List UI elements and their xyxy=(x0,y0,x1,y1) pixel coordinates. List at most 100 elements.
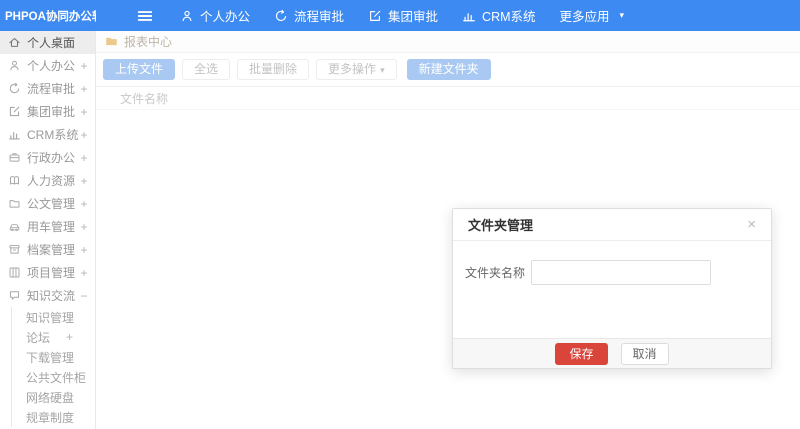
dialog-footer: 保存 取消 xyxy=(453,338,771,368)
submenu-item-label: 知识管理 xyxy=(26,310,75,325)
save-button[interactable]: 保存 xyxy=(555,342,608,365)
dialog-header: 文件夹管理 × xyxy=(453,209,771,241)
breadcrumb-label: 报表中心 xyxy=(124,35,173,49)
upload-file-button[interactable]: 上传文件 xyxy=(103,59,176,80)
nav-label: 集团审批 xyxy=(388,10,439,24)
select-all-button[interactable]: 全选 xyxy=(182,59,231,80)
sidebar-item-personal-office[interactable]: 个人办公 + xyxy=(0,54,95,77)
submenu-item-label: 论坛 xyxy=(26,330,51,345)
sidebar-item-document-mgmt[interactable]: 公文管理 + xyxy=(0,192,95,215)
submenu-item-label: 公共文件柜 xyxy=(26,370,87,385)
nav-group-approval[interactable]: 集团审批 xyxy=(356,0,450,31)
submenu-item-label: 下载管理 xyxy=(26,350,75,365)
batch-delete-button[interactable]: 批量删除 xyxy=(237,59,310,80)
submenu-item-forum[interactable]: 论坛 + xyxy=(12,327,95,347)
more-actions-label: 更多操作 xyxy=(328,62,377,76)
breadcrumb: 报表中心 xyxy=(96,31,800,53)
folder-name-label: 文件夹名称 xyxy=(465,266,526,280)
sidebar-item-label: 个人桌面 xyxy=(27,36,76,50)
archive-icon xyxy=(9,244,20,254)
expand-toggle[interactable]: + xyxy=(79,266,89,280)
topbar: PHPOA协同办公软件 个人办公 流程审批 集团审批 CRM系统 更多应用 ▾ xyxy=(0,0,800,31)
close-icon[interactable]: × xyxy=(747,217,756,232)
sidebar-item-vehicle-mgmt[interactable]: 用车管理 + xyxy=(0,215,95,238)
expand-toggle[interactable]: + xyxy=(79,174,89,188)
expand-toggle[interactable]: + xyxy=(79,220,89,234)
app-window: PHPOA协同办公软件 个人办公 流程审批 集团审批 CRM系统 更多应用 ▾ xyxy=(0,0,800,429)
dialog-title: 文件夹管理 xyxy=(468,218,534,233)
chart-icon xyxy=(463,12,475,21)
user-icon xyxy=(182,10,192,21)
history-icon xyxy=(275,9,287,21)
sidebar-item-crm-system[interactable]: CRM系统 + xyxy=(0,123,95,146)
expand-toggle[interactable]: + xyxy=(79,243,89,257)
sidebar-item-admin-office[interactable]: 行政办公 + xyxy=(0,146,95,169)
expand-toggle[interactable]: + xyxy=(79,82,89,96)
sidebar-item-label: 集团审批 xyxy=(27,105,76,119)
folder-icon xyxy=(106,37,117,46)
knowledge-submenu: 知识管理 论坛 + 下载管理 公共文件柜 网络硬盘 规章制度 xyxy=(11,307,95,427)
nav-workflow-approval[interactable]: 流程审批 xyxy=(262,0,356,31)
submenu-item-download-mgmt[interactable]: 下载管理 xyxy=(12,347,95,367)
sidebar-item-project-mgmt[interactable]: 项目管理 + xyxy=(0,261,95,284)
new-folder-button[interactable]: 新建文件夹 xyxy=(406,59,491,80)
submenu-item-knowledge-mgmt[interactable]: 知识管理 xyxy=(12,307,95,327)
sidebar-item-label: 知识交流 xyxy=(27,289,76,303)
submenu-item-network-disk[interactable]: 网络硬盘 xyxy=(12,387,95,407)
folder-icon xyxy=(9,200,20,208)
top-navigation: 个人办公 流程审批 集团审批 CRM系统 更多应用 ▾ xyxy=(168,0,636,31)
folder-name-input[interactable] xyxy=(531,260,711,285)
sidebar-item-label: 人力资源 xyxy=(27,174,76,188)
sidebar-item-knowledge-exchange[interactable]: 知识交流 − xyxy=(0,284,95,307)
sidebar-item-desktop[interactable]: 个人桌面 xyxy=(0,31,95,54)
edit-icon xyxy=(9,106,20,117)
expand-toggle[interactable]: + xyxy=(79,59,89,73)
more-actions-button[interactable]: 更多操作 ▾ xyxy=(316,59,397,80)
sidebar-item-label: 行政办公 xyxy=(27,151,76,165)
sidebar: 个人桌面 个人办公 + 流程审批 + 集团审批 + CRM系统 + 行政办公 + xyxy=(0,31,96,429)
briefcase-icon xyxy=(9,153,20,162)
user-icon xyxy=(10,60,19,71)
sidebar-item-group-approval[interactable]: 集团审批 + xyxy=(0,100,95,123)
caret-down-icon: ▾ xyxy=(619,10,625,20)
dialog-body: 文件夹名称 xyxy=(453,241,771,338)
car-icon xyxy=(9,224,20,232)
chat-icon xyxy=(9,291,20,300)
expand-toggle[interactable]: + xyxy=(66,330,73,344)
sidebar-item-workflow-approval[interactable]: 流程审批 + xyxy=(0,77,95,100)
toolbar: 上传文件 全选 批量删除 更多操作 ▾ 新建文件夹 xyxy=(96,53,800,86)
nav-personal-office[interactable]: 个人办公 xyxy=(168,0,262,31)
sidebar-item-label: CRM系统 xyxy=(27,128,79,142)
file-name-column-header: 文件名称 xyxy=(120,92,169,106)
sidebar-item-label: 项目管理 xyxy=(27,266,76,280)
history-icon xyxy=(9,82,20,94)
submenu-item-label: 网络硬盘 xyxy=(26,390,75,405)
app-logo: PHPOA协同办公软件 xyxy=(5,10,96,23)
hamburger-menu-icon[interactable] xyxy=(136,7,154,25)
nav-more-apps[interactable]: 更多应用 ▾ xyxy=(548,0,637,31)
nav-label: CRM系统 xyxy=(482,10,536,24)
nav-label: 更多应用 xyxy=(559,10,610,24)
sidebar-item-label: 档案管理 xyxy=(27,243,76,257)
sidebar-item-hr[interactable]: 人力资源 + xyxy=(0,169,95,192)
nav-label: 流程审批 xyxy=(294,10,345,24)
sidebar-item-label: 流程审批 xyxy=(27,82,76,96)
project-icon xyxy=(9,267,20,278)
book-icon xyxy=(10,176,19,185)
expand-toggle[interactable]: + xyxy=(79,197,89,211)
expand-toggle[interactable]: + xyxy=(79,105,89,119)
expand-toggle[interactable]: + xyxy=(79,151,89,165)
sidebar-item-label: 公文管理 xyxy=(27,197,76,211)
sidebar-item-label: 用车管理 xyxy=(27,220,76,234)
submenu-item-regulations[interactable]: 规章制度 xyxy=(12,407,95,427)
sidebar-item-label: 个人办公 xyxy=(27,59,76,73)
sidebar-item-archive-mgmt[interactable]: 档案管理 + xyxy=(0,238,95,261)
submenu-item-label: 规章制度 xyxy=(26,410,75,425)
cancel-button[interactable]: 取消 xyxy=(620,342,669,365)
collapse-toggle[interactable]: − xyxy=(79,289,89,303)
file-table-header: 文件名称 xyxy=(96,86,800,110)
nav-label: 个人办公 xyxy=(200,10,251,24)
nav-crm-system[interactable]: CRM系统 xyxy=(450,0,547,31)
expand-toggle[interactable]: + xyxy=(79,128,89,142)
submenu-item-public-file-cabinet[interactable]: 公共文件柜 xyxy=(12,367,95,387)
